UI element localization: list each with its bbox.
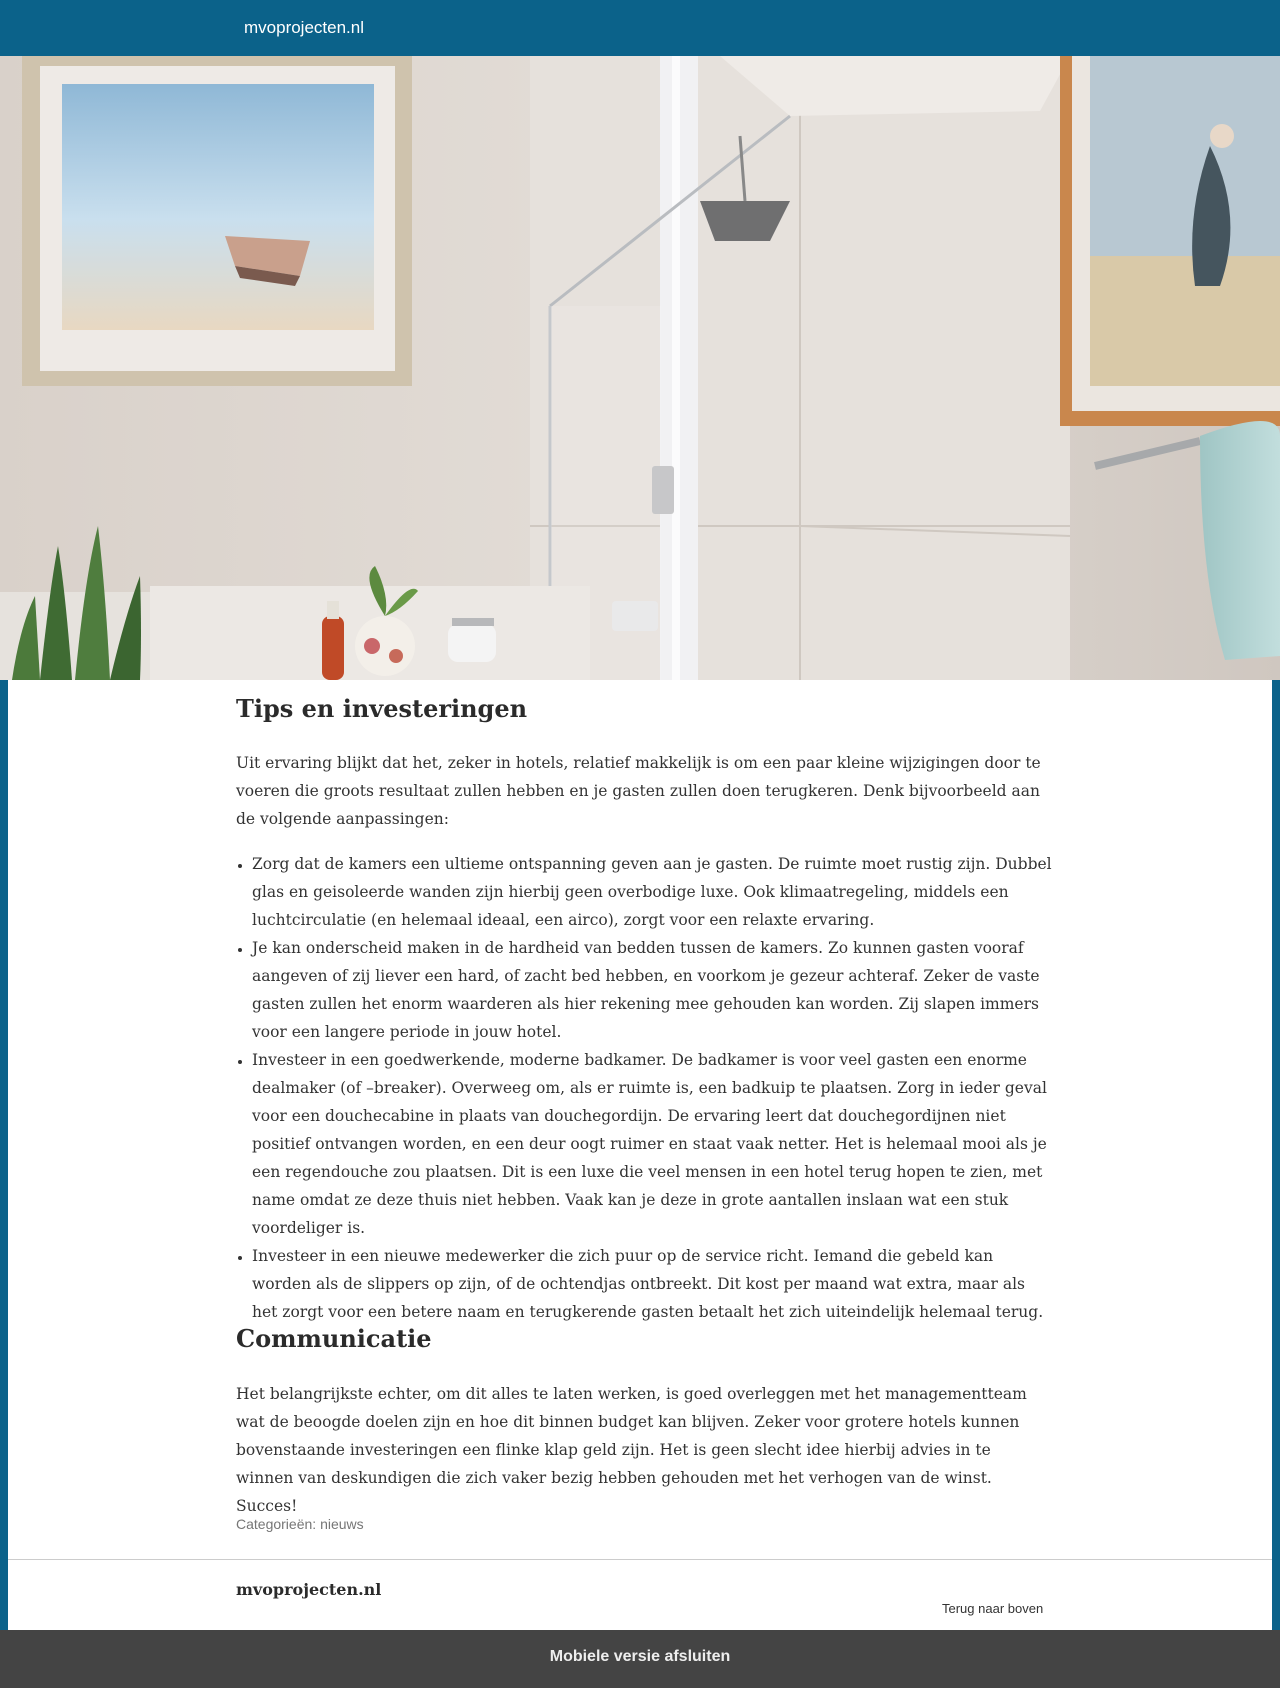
intro-paragraph: Uit ervaring blijkt dat het, zeker in ho… [236, 754, 1041, 828]
hero-image [0, 56, 1280, 680]
mobile-version-bar: Mobiele versie afsluiten [0, 1630, 1280, 1688]
footer-site-title-link[interactable]: mvoprojecten.nl [236, 1580, 381, 1599]
heading-communicatie: Communicatie [236, 1324, 432, 1353]
list-item: Investeer in een goedwerkende, moderne b… [252, 1046, 1052, 1242]
site-header: mvoprojecten.nl [0, 0, 1280, 56]
main-content: Tips en investeringen Uit ervaring blijk… [8, 680, 1272, 1630]
communicatie-paragraph: Het belangrijkste echter, om dit alles t… [236, 1385, 1027, 1515]
tips-list: Zorg dat de kamers een ultieme ontspanni… [252, 850, 1052, 1326]
close-mobile-version-button[interactable]: Mobiele versie afsluiten [550, 1648, 731, 1666]
list-item: Je kan onderscheid maken in de hardheid … [252, 934, 1052, 1046]
list-item: Zorg dat de kamers een ultieme ontspanni… [252, 850, 1052, 934]
bathroom-photo-icon [0, 56, 1280, 680]
site-title-link[interactable]: mvoprojecten.nl [244, 18, 364, 38]
back-to-top-link[interactable]: Terug naar boven [942, 1601, 1043, 1616]
post-categories: Categorieën: nieuws [236, 1516, 364, 1532]
heading-tips: Tips en investeringen [236, 694, 528, 723]
footer-divider [8, 1559, 1272, 1560]
list-item: Investeer in een nieuwe medewerker die z… [252, 1242, 1052, 1326]
categories-label: Categorieën: [236, 1516, 317, 1532]
category-link-nieuws[interactable]: nieuws [320, 1516, 364, 1532]
